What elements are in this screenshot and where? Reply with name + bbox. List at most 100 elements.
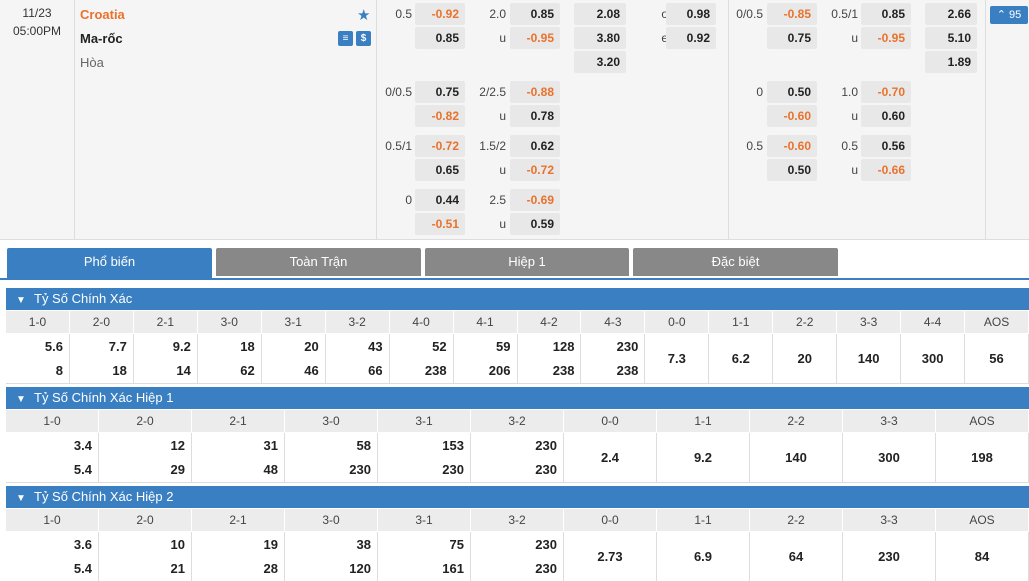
odd-odds[interactable]: 0.98 <box>666 3 716 25</box>
home-score-odds[interactable]: 230 <box>535 438 557 453</box>
score-odds-cell[interactable]: 7.7 18 <box>70 334 134 383</box>
star-icon[interactable]: ★ <box>357 6 370 24</box>
score-odds-cell[interactable]: 3.6 5.4 <box>6 532 99 581</box>
score-odds[interactable]: 2.4 <box>564 450 656 465</box>
score-odds[interactable]: 198 <box>936 450 1028 465</box>
score-odds-cell[interactable]: 140 <box>837 334 902 383</box>
home-score-odds[interactable]: 3.4 <box>74 438 92 453</box>
away-score-odds[interactable]: 120 <box>349 561 371 576</box>
away-score-odds[interactable]: 46 <box>304 363 318 378</box>
score-odds-cell[interactable]: 300 <box>843 433 936 482</box>
under-odds[interactable]: -0.95 <box>510 27 560 49</box>
home-score-odds[interactable]: 9.2 <box>173 339 191 354</box>
first-half-handicap-away-odds[interactable]: 0.50 <box>767 159 817 181</box>
home-score-odds[interactable]: 12 <box>171 438 185 453</box>
first-half-handicap-home-odds[interactable]: -0.60 <box>767 135 817 157</box>
section-header[interactable]: ▼ Tỷ Số Chính Xác Hiệp 2 <box>6 486 1029 508</box>
score-odds[interactable]: 6.2 <box>709 351 772 366</box>
score-odds-cell[interactable]: 153 230 <box>378 433 471 482</box>
away-score-odds[interactable]: 8 <box>56 363 63 378</box>
away-score-odds[interactable]: 5.4 <box>74 462 92 477</box>
score-odds[interactable]: 20 <box>773 351 836 366</box>
home-score-odds[interactable]: 43 <box>368 339 382 354</box>
score-odds-cell[interactable]: 20 <box>773 334 838 383</box>
home-score-odds[interactable]: 75 <box>450 537 464 552</box>
handicap-away-odds[interactable]: -0.82 <box>415 105 465 127</box>
first-half-handicap-away-odds[interactable]: -0.60 <box>767 105 817 127</box>
away-score-odds[interactable]: 28 <box>264 561 278 576</box>
away-score-odds[interactable]: 21 <box>171 561 185 576</box>
home-score-odds[interactable]: 7.7 <box>109 339 127 354</box>
home-score-odds[interactable]: 31 <box>264 438 278 453</box>
score-odds[interactable]: 300 <box>843 450 935 465</box>
score-odds-cell[interactable]: 64 <box>750 532 843 581</box>
score-odds-cell[interactable]: 230 230 <box>471 532 564 581</box>
away-score-odds[interactable]: 230 <box>535 561 557 576</box>
under-odds[interactable]: 0.59 <box>510 213 560 235</box>
score-odds-cell[interactable]: 230 <box>843 532 936 581</box>
score-odds[interactable]: 64 <box>750 549 842 564</box>
score-odds-cell[interactable]: 6.9 <box>657 532 750 581</box>
tab-special[interactable]: Đặc biệt <box>633 248 838 276</box>
score-odds-cell[interactable]: 59 206 <box>454 334 518 383</box>
score-odds-cell[interactable]: 56 <box>965 334 1029 383</box>
score-odds-cell[interactable]: 198 <box>936 433 1029 482</box>
tab-popular[interactable]: Phổ biến <box>7 248 212 280</box>
home-score-odds[interactable]: 38 <box>357 537 371 552</box>
away-score-odds[interactable]: 230 <box>535 462 557 477</box>
score-odds-cell[interactable]: 10 21 <box>99 532 192 581</box>
under-odds[interactable]: 0.78 <box>510 105 560 127</box>
score-odds[interactable]: 9.2 <box>657 450 749 465</box>
away-score-odds[interactable]: 62 <box>240 363 254 378</box>
score-odds[interactable]: 6.9 <box>657 549 749 564</box>
section-header[interactable]: ▼ Tỷ Số Chính Xác <box>6 288 1029 310</box>
away-score-odds[interactable]: 230 <box>349 462 371 477</box>
over-odds[interactable]: 0.62 <box>510 135 560 157</box>
away-score-odds[interactable]: 161 <box>442 561 464 576</box>
away-score-odds[interactable]: 206 <box>489 363 511 378</box>
score-odds[interactable]: 300 <box>901 351 964 366</box>
tab-full-match[interactable]: Toàn Trận <box>216 248 421 276</box>
score-odds-cell[interactable]: 58 230 <box>285 433 378 482</box>
first-half-away-win-odds[interactable]: 5.10 <box>925 27 977 49</box>
dollar-icon[interactable]: $ <box>356 31 371 46</box>
score-odds-cell[interactable]: 43 66 <box>326 334 390 383</box>
away-score-odds[interactable]: 238 <box>617 363 639 378</box>
home-score-odds[interactable]: 52 <box>432 339 446 354</box>
first-half-handicap-away-odds[interactable]: 0.75 <box>767 27 817 49</box>
score-odds-cell[interactable]: 75 161 <box>378 532 471 581</box>
draw-odds[interactable]: 3.20 <box>574 51 626 73</box>
handicap-home-odds[interactable]: -0.92 <box>415 3 465 25</box>
home-score-odds[interactable]: 19 <box>264 537 278 552</box>
home-score-odds[interactable]: 230 <box>535 537 557 552</box>
home-score-odds[interactable]: 18 <box>240 339 254 354</box>
score-odds[interactable]: 2.73 <box>564 549 656 564</box>
score-odds-cell[interactable]: 2.4 <box>564 433 657 482</box>
away-win-odds[interactable]: 3.80 <box>574 27 626 49</box>
home-score-odds[interactable]: 230 <box>617 339 639 354</box>
score-odds-cell[interactable]: 84 <box>936 532 1029 581</box>
score-odds[interactable]: 56 <box>965 351 1028 366</box>
handicap-away-odds[interactable]: 0.65 <box>415 159 465 181</box>
handicap-home-odds[interactable]: 0.75 <box>415 81 465 103</box>
stats-icon[interactable]: ≡ <box>338 31 353 46</box>
first-half-over-odds[interactable]: 0.85 <box>861 3 911 25</box>
score-odds-cell[interactable]: 5.6 8 <box>6 334 70 383</box>
home-win-odds[interactable]: 2.08 <box>574 3 626 25</box>
home-team[interactable]: Croatia <box>80 7 125 22</box>
home-score-odds[interactable]: 58 <box>357 438 371 453</box>
home-score-odds[interactable]: 3.6 <box>74 537 92 552</box>
score-odds-cell[interactable]: 140 <box>750 433 843 482</box>
home-score-odds[interactable]: 59 <box>496 339 510 354</box>
section-header[interactable]: ▼ Tỷ Số Chính Xác Hiệp 1 <box>6 387 1029 409</box>
score-odds[interactable]: 230 <box>843 549 935 564</box>
handicap-home-odds[interactable]: -0.72 <box>415 135 465 157</box>
score-odds[interactable]: 140 <box>750 450 842 465</box>
first-half-home-win-odds[interactable]: 2.66 <box>925 3 977 25</box>
handicap-away-odds[interactable]: 0.85 <box>415 27 465 49</box>
away-score-odds[interactable]: 48 <box>264 462 278 477</box>
first-half-over-odds[interactable]: -0.70 <box>861 81 911 103</box>
home-score-odds[interactable]: 128 <box>553 339 575 354</box>
first-half-under-odds[interactable]: -0.95 <box>861 27 911 49</box>
score-odds[interactable]: 7.3 <box>645 351 708 366</box>
